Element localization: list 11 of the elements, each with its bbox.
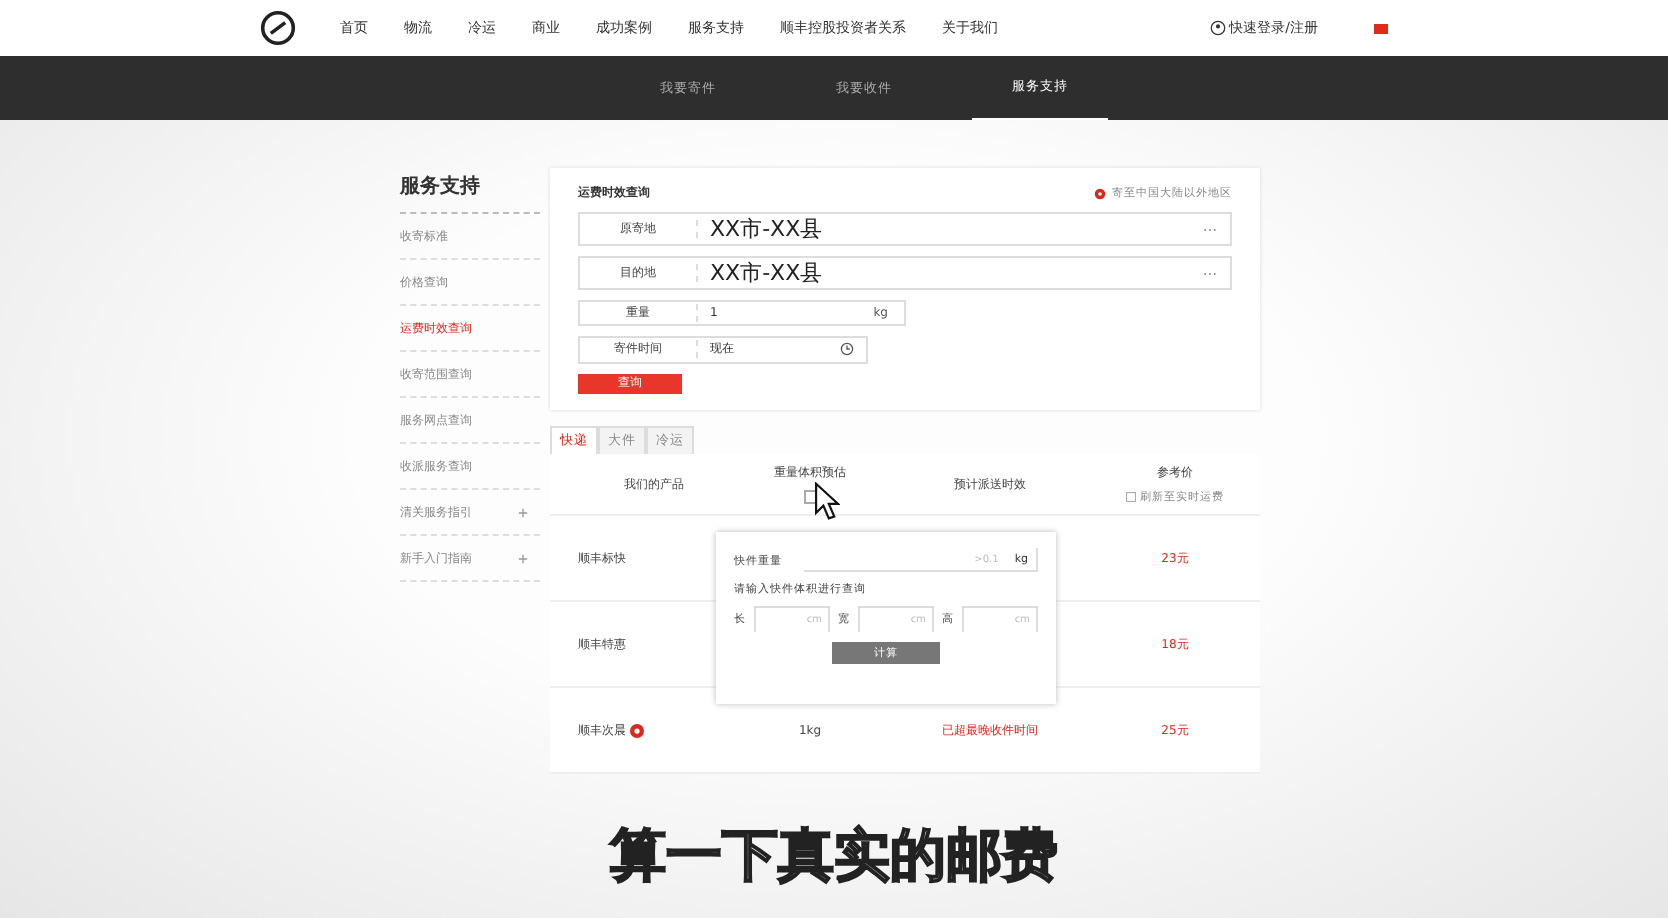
plus-icon[interactable] (518, 507, 528, 517)
refresh-icon (1126, 492, 1136, 502)
clock-icon[interactable] (840, 342, 854, 357)
sidebar-title: 服务支持 (400, 168, 540, 214)
user-icon (1209, 20, 1226, 36)
location-pin-icon (1094, 187, 1106, 199)
flag-icon[interactable] (1374, 23, 1388, 33)
logo-icon (260, 10, 296, 46)
mouse-cursor-icon (814, 482, 840, 522)
plus-icon[interactable] (518, 553, 528, 563)
subtitle-caption: 算一下真实的邮费 (608, 820, 1060, 892)
